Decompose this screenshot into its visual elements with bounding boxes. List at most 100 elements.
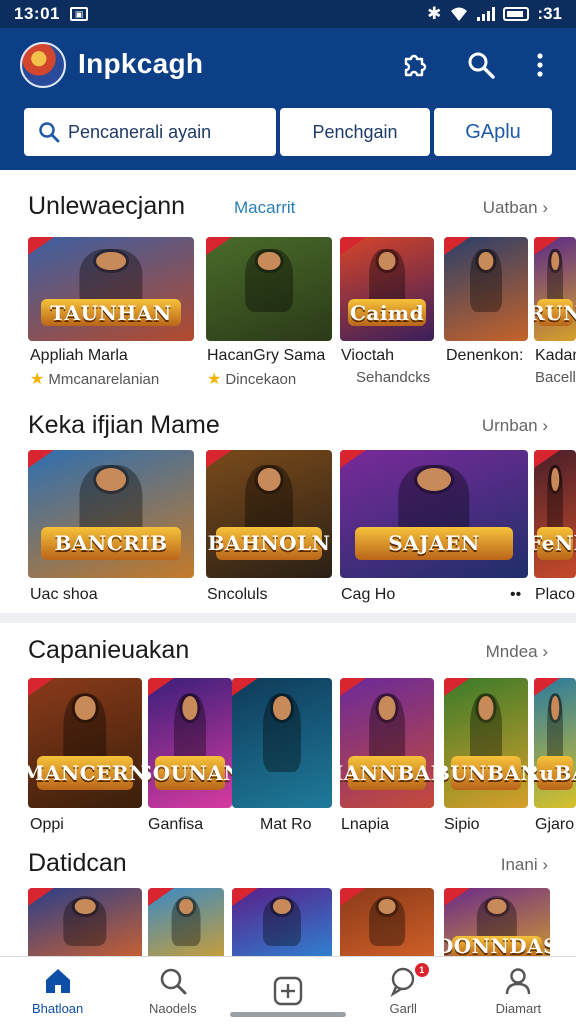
character-head	[257, 251, 281, 271]
segment-mid-button[interactable]: Penchgain	[280, 108, 430, 156]
game-artwork: MANCERN	[28, 678, 142, 808]
game-card[interactable]: RuBA	[534, 678, 576, 808]
game-logo-text: FeNl	[534, 526, 576, 561]
character-head	[74, 899, 96, 914]
game-card[interactable]	[206, 237, 332, 341]
search-icon[interactable]	[464, 48, 498, 82]
ribbon-tag	[340, 888, 366, 906]
status-icons: ✱ :31	[427, 4, 562, 24]
battery-level: :31	[537, 4, 562, 23]
game-card[interactable]	[340, 888, 434, 956]
puzzle-icon[interactable]	[398, 48, 432, 82]
nav-search-label: Naodels	[148, 1001, 197, 1016]
home-icon	[45, 969, 70, 993]
app-title: Inpkcagh	[78, 48, 204, 79]
section-4-more-link[interactable]: Inani ›	[501, 855, 548, 875]
content-feed: Unlewaecjann Macarrit Uatban › TAUNHAN C…	[0, 170, 576, 956]
game-card[interactable]: SOUNAN	[148, 678, 232, 808]
game-logo-text: HANNBAN	[340, 756, 434, 790]
character-head	[551, 696, 559, 720]
game-artwork: BANCRIB	[28, 450, 194, 578]
card-title: Placon	[535, 586, 576, 603]
nav-home[interactable]: Bhatloan	[0, 957, 115, 1024]
ribbon-tag	[444, 888, 470, 906]
section-divider	[0, 613, 576, 623]
game-logo-text: SOUNAN	[148, 756, 232, 790]
card-title: Vioctah	[341, 347, 395, 364]
game-card[interactable]	[232, 678, 332, 808]
app-logo	[20, 42, 66, 88]
game-artwork: SOUNAN	[148, 678, 232, 808]
character-head	[551, 467, 559, 491]
wifi-icon	[451, 7, 468, 21]
add-icon	[273, 976, 303, 1005]
card-title: Uac shoa	[30, 586, 98, 603]
card-meta: ★ Dincekaon	[207, 370, 297, 389]
game-card[interactable]	[28, 888, 142, 956]
battery-icon	[503, 7, 530, 21]
section-1-more-link[interactable]: Uatban ›	[483, 198, 548, 218]
ribbon-tag	[444, 237, 470, 255]
character-head	[96, 467, 126, 491]
app-header: Inpkcagh Pencanerali ayain Penchgain GAp…	[0, 28, 576, 170]
game-logo-text: RUN	[534, 299, 576, 327]
game-card[interactable]	[232, 888, 332, 956]
game-artwork	[444, 237, 528, 341]
game-logo-text: BANCRIB	[41, 526, 181, 561]
card-dots: ••	[510, 586, 522, 603]
game-artwork	[206, 237, 332, 341]
ribbon-tag	[206, 450, 232, 468]
game-card[interactable]: SAJAEN	[340, 450, 528, 578]
home-indicator	[230, 1012, 346, 1017]
game-artwork: Caimd	[340, 237, 434, 341]
section-2-more-link[interactable]: Urnban ›	[482, 416, 548, 436]
game-card[interactable]	[444, 237, 528, 341]
game-artwork: HANNBAN	[340, 678, 434, 808]
game-card[interactable]: TAUNHAN	[28, 237, 194, 341]
game-logo-text: MANCERN	[28, 756, 142, 790]
ribbon-tag	[148, 888, 174, 906]
game-artwork: RUN	[534, 237, 576, 341]
game-logo-text: SAJAEN	[355, 526, 513, 561]
game-artwork	[148, 888, 224, 956]
ribbon-tag	[232, 678, 258, 696]
nav-chat-label: Garll	[389, 1001, 417, 1016]
search-bar: Pencanerali ayain Penchgain GAplu	[24, 108, 552, 156]
more-vert-icon[interactable]	[523, 48, 557, 82]
game-card[interactable]: BANCRIB	[28, 450, 194, 578]
search-placeholder: Pencanerali ayain	[68, 121, 212, 142]
star-icon: ★	[207, 371, 222, 388]
game-card[interactable]: BUNBAN	[444, 678, 528, 808]
game-card[interactable]: BAHNOLN	[206, 450, 332, 578]
nav-profile[interactable]: Diamart	[461, 957, 576, 1024]
game-card[interactable]: Caimd	[340, 237, 434, 341]
ribbon-tag	[340, 450, 366, 468]
nav-chat[interactable]: 1 Garll	[346, 957, 461, 1024]
star-icon: ★	[30, 371, 45, 388]
segment-right-button[interactable]: GAplu	[434, 108, 552, 156]
game-artwork	[232, 888, 332, 956]
section-3-more-link[interactable]: Mndea ›	[486, 642, 548, 662]
game-card[interactable]	[148, 888, 224, 956]
section-1-title: Unlewaecjann	[28, 192, 186, 220]
search-icon	[160, 968, 187, 995]
game-card[interactable]: FeNl	[534, 450, 576, 578]
character-head	[257, 467, 281, 491]
section-3-title: Capanieuakan	[28, 636, 190, 664]
section-1-subtitle[interactable]: Macarrit	[234, 198, 295, 218]
card-title: Cag Ho	[341, 586, 396, 603]
character-head	[478, 251, 494, 271]
game-card[interactable]: MANCERN	[28, 678, 142, 808]
card-title: Lnapia	[341, 816, 390, 833]
game-artwork: FeNl	[534, 450, 576, 578]
nav-search[interactable]: Naodels	[115, 957, 230, 1024]
character-head	[378, 251, 396, 271]
character-head	[378, 696, 396, 720]
game-card[interactable]: DONNDAS	[444, 888, 550, 956]
search-input[interactable]: Pencanerali ayain	[24, 108, 276, 156]
game-artwork	[232, 678, 332, 808]
card-title: Sipio	[444, 816, 480, 833]
game-card[interactable]: HANNBAN	[340, 678, 434, 808]
card-title: HacanGry Sama	[207, 347, 326, 364]
game-card[interactable]: RUN	[534, 237, 576, 341]
